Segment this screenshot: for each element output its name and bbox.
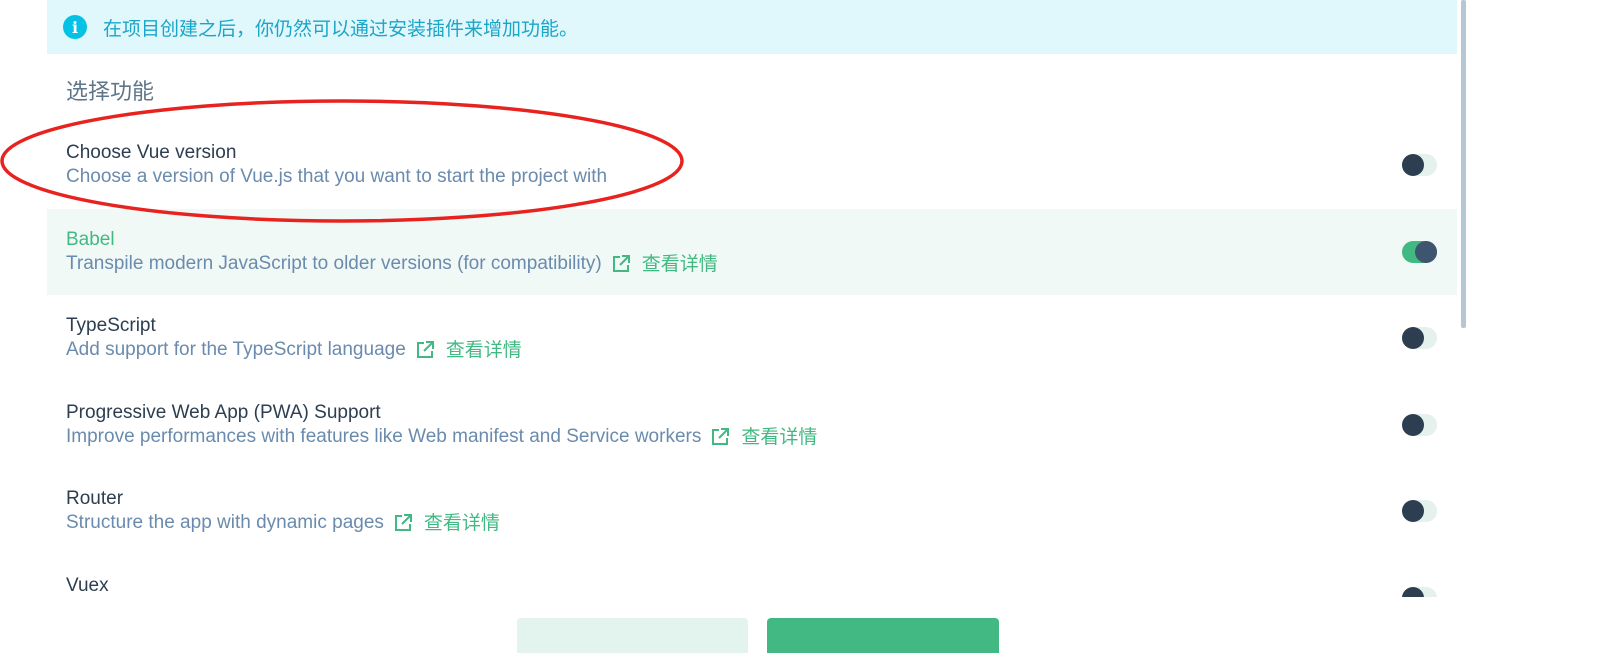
feature-description: Add support for the TypeScript language: [66, 339, 406, 360]
feature-description: Improve performances with features like …: [66, 425, 702, 447]
feature-name: Vuex: [66, 574, 109, 596]
scrollbar-thumb[interactable]: [1461, 0, 1466, 328]
more-info-link[interactable]: 查看详情: [424, 511, 500, 535]
feature-row-router[interactable]: Router Structure the app with dynamic pa…: [47, 468, 1457, 555]
toggle-switch[interactable]: [1402, 327, 1437, 349]
feature-row-vuex[interactable]: Vuex: [47, 555, 1457, 597]
toggle-switch[interactable]: [1402, 586, 1437, 597]
toggle-knob: [1402, 413, 1424, 436]
section-title: 选择功能: [66, 80, 155, 105]
next-button[interactable]: [767, 618, 999, 653]
feature-name: TypeScript: [66, 315, 156, 336]
feature-row-vue-version[interactable]: Choose Vue version Choose a version of V…: [47, 122, 1457, 209]
toggle-switch[interactable]: [1402, 500, 1437, 522]
feature-name: Router: [66, 488, 124, 509]
feature-description: Structure the app with dynamic pages: [66, 512, 384, 533]
feature-row-pwa[interactable]: Progressive Web App (PWA) Support Improv…: [47, 382, 1457, 469]
toggle-knob: [1415, 240, 1437, 263]
external-link-icon[interactable]: [394, 514, 412, 532]
project-features-page: i 在项目创建之后，你仍然可以通过安装插件来增加功能。 选择功能 Choose …: [0, 0, 1611, 653]
feature-description: Transpile modern JavaScript to older ver…: [66, 252, 602, 274]
feature-name: Progressive Web App (PWA) Support: [66, 401, 381, 423]
feature-description: Choose a version of Vue.js that you want…: [66, 166, 608, 187]
feature-list: Choose Vue version Choose a version of V…: [47, 122, 1457, 597]
toggle-knob: [1402, 327, 1424, 349]
feature-name: Choose Vue version: [66, 142, 237, 163]
info-banner: i 在项目创建之后，你仍然可以通过安装插件来增加功能。: [47, 0, 1457, 54]
toggle-knob: [1402, 500, 1424, 522]
external-link-icon[interactable]: [612, 254, 630, 273]
info-icon: i: [63, 15, 87, 39]
more-info-link[interactable]: 查看详情: [741, 425, 817, 449]
toggle-knob: [1402, 154, 1424, 176]
feature-name: Babel: [66, 228, 115, 250]
toggle-switch[interactable]: [1402, 154, 1437, 176]
more-info-link[interactable]: 查看详情: [446, 338, 522, 362]
feature-row-babel[interactable]: Babel Transpile modern JavaScript to old…: [47, 208, 1457, 295]
toggle-switch[interactable]: [1402, 240, 1437, 263]
external-link-icon[interactable]: [416, 341, 434, 359]
info-banner-text: 在项目创建之后，你仍然可以通过安装插件来增加功能。: [103, 17, 579, 40]
toggle-switch[interactable]: [1402, 413, 1437, 436]
more-info-link[interactable]: 查看详情: [642, 252, 718, 276]
external-link-icon[interactable]: [711, 427, 730, 446]
previous-button[interactable]: [517, 618, 748, 653]
feature-row-typescript[interactable]: TypeScript Add support for the TypeScrip…: [47, 295, 1457, 382]
